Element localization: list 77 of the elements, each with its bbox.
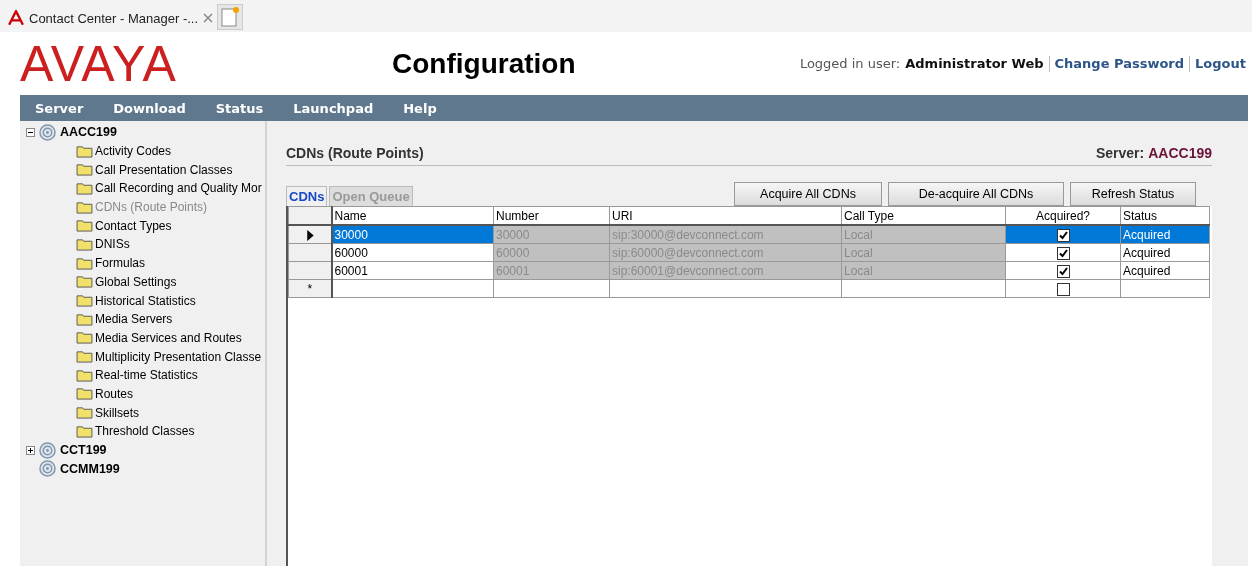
tree-item[interactable]: Threshold Classes: [95, 424, 195, 439]
tab[interactable]: CDNs: [286, 186, 328, 206]
action-button[interactable]: De-acquire All CDNs: [888, 182, 1064, 206]
tree-item[interactable]: Formulas: [95, 256, 145, 271]
tree-node[interactable]: CCT199: [60, 443, 107, 458]
tree-item[interactable]: Call Presentation Classes: [95, 162, 233, 177]
close-icon[interactable]: [203, 13, 214, 23]
tree-item[interactable]: Skillsets: [95, 405, 139, 420]
checkbox[interactable]: [1056, 264, 1070, 278]
collapse-icon[interactable]: [26, 127, 35, 137]
server-icon: [39, 441, 56, 459]
user-name: Administrator Web: [905, 56, 1044, 71]
server-label: Server:: [1095, 145, 1145, 161]
folder-icon: [76, 406, 93, 420]
page-title: Configuration: [392, 47, 577, 80]
folder-icon: [76, 350, 93, 364]
column-header[interactable]: Acquired?: [1005, 206, 1121, 225]
table-cell[interactable]: 60000: [331, 243, 494, 262]
column-header[interactable]: Status: [1120, 206, 1210, 225]
menu-item[interactable]: Status: [215, 100, 264, 116]
folder-icon: [76, 275, 93, 289]
avaya-logo: AVAYA: [20, 38, 178, 89]
folder-icon: [76, 163, 93, 177]
folder-icon: [76, 219, 93, 233]
panel-title: CDNs (Route Points): [286, 145, 424, 161]
folder-icon: [76, 368, 93, 382]
server-name: AACC199: [1148, 145, 1212, 161]
folder-icon: [76, 294, 93, 308]
header-link[interactable]: Change Password: [1054, 56, 1185, 71]
column-header[interactable]: Call Type: [841, 206, 1006, 225]
menu-item[interactable]: Help: [403, 100, 437, 116]
tree-item[interactable]: Activity Codes: [95, 144, 172, 159]
tree-item[interactable]: Historical Statistics: [95, 293, 196, 308]
folder-icon: [76, 312, 93, 326]
tree-item[interactable]: Call Recording and Quality Mor: [95, 181, 262, 196]
checkbox[interactable]: [1056, 282, 1070, 296]
table-cell[interactable]: 60001: [331, 261, 494, 280]
tree-item[interactable]: Media Services and Routes: [95, 330, 242, 345]
server-icon: [39, 123, 56, 141]
tree-item[interactable]: Media Servers: [95, 312, 173, 327]
server-icon: [39, 460, 56, 478]
column-header[interactable]: URI: [609, 206, 842, 225]
tree-node[interactable]: AACC199: [60, 125, 117, 140]
column-header[interactable]: Number: [493, 206, 610, 225]
table-cell: Acquired: [1120, 243, 1210, 262]
folder-icon: [76, 424, 93, 438]
user-label: Logged in user:: [799, 56, 901, 71]
folder-icon: [76, 387, 93, 401]
header-link[interactable]: Logout: [1195, 56, 1246, 71]
menu-item[interactable]: Server: [35, 100, 84, 116]
action-button[interactable]: Refresh Status: [1070, 182, 1196, 206]
menu-item[interactable]: Launchpad: [293, 100, 374, 116]
menu-item[interactable]: Download: [113, 100, 186, 116]
checkbox[interactable]: [1056, 246, 1070, 260]
tab-title: Contact Center - Manager -...: [29, 10, 199, 26]
folder-icon: [76, 256, 93, 270]
browser-tab[interactable]: Contact Center - Manager -...: [8, 4, 214, 32]
tree-item[interactable]: DNISs: [95, 237, 130, 252]
tree-item[interactable]: Multiplicity Presentation Classe: [95, 349, 262, 364]
action-button[interactable]: Acquire All CDNs: [734, 182, 882, 206]
tree-node[interactable]: CCMM199: [60, 461, 120, 476]
tree-item[interactable]: Routes: [95, 386, 134, 401]
column-header[interactable]: Name: [331, 206, 494, 225]
tree-item[interactable]: Real-time Statistics: [95, 368, 198, 383]
tree-item[interactable]: Global Settings: [95, 274, 177, 289]
folder-icon: [76, 237, 93, 251]
table-cell: Acquired: [1120, 261, 1210, 280]
row-pointer-icon: [305, 229, 314, 241]
new-row-marker: *: [307, 281, 313, 296]
checkbox[interactable]: [1056, 228, 1070, 242]
folder-icon: [76, 200, 93, 214]
expand-icon[interactable]: [26, 445, 35, 455]
tree-item[interactable]: Contact Types: [95, 218, 172, 233]
folder-icon: [76, 181, 93, 195]
logo-icon: [8, 10, 24, 26]
folder-icon: [76, 331, 93, 345]
folder-icon: [76, 144, 93, 158]
